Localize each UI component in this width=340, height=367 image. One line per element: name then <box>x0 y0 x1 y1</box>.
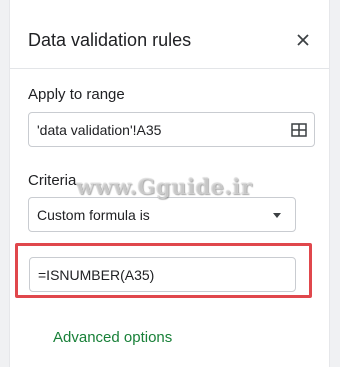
close-icon[interactable] <box>293 30 313 50</box>
custom-formula-field[interactable] <box>29 257 296 292</box>
caret-down-icon <box>273 213 281 218</box>
panel-header: Data validation rules <box>10 0 329 69</box>
apply-to-range-input[interactable]: 'data validation'!A35 <box>28 112 315 147</box>
range-value: 'data validation'!A35 <box>37 122 162 138</box>
grid-select-icon[interactable] <box>291 122 307 138</box>
apply-to-range-label: Apply to range <box>28 86 125 103</box>
criteria-label: Criteria <box>28 172 77 189</box>
criteria-selected-value: Custom formula is <box>37 207 150 223</box>
data-validation-panel: Data validation rules Apply to range 'da… <box>9 0 330 367</box>
panel-title: Data validation rules <box>28 30 192 50</box>
custom-formula-input[interactable] <box>30 258 295 291</box>
criteria-dropdown[interactable]: Custom formula is <box>28 197 296 232</box>
advanced-options-link[interactable]: Advanced options <box>53 329 172 346</box>
